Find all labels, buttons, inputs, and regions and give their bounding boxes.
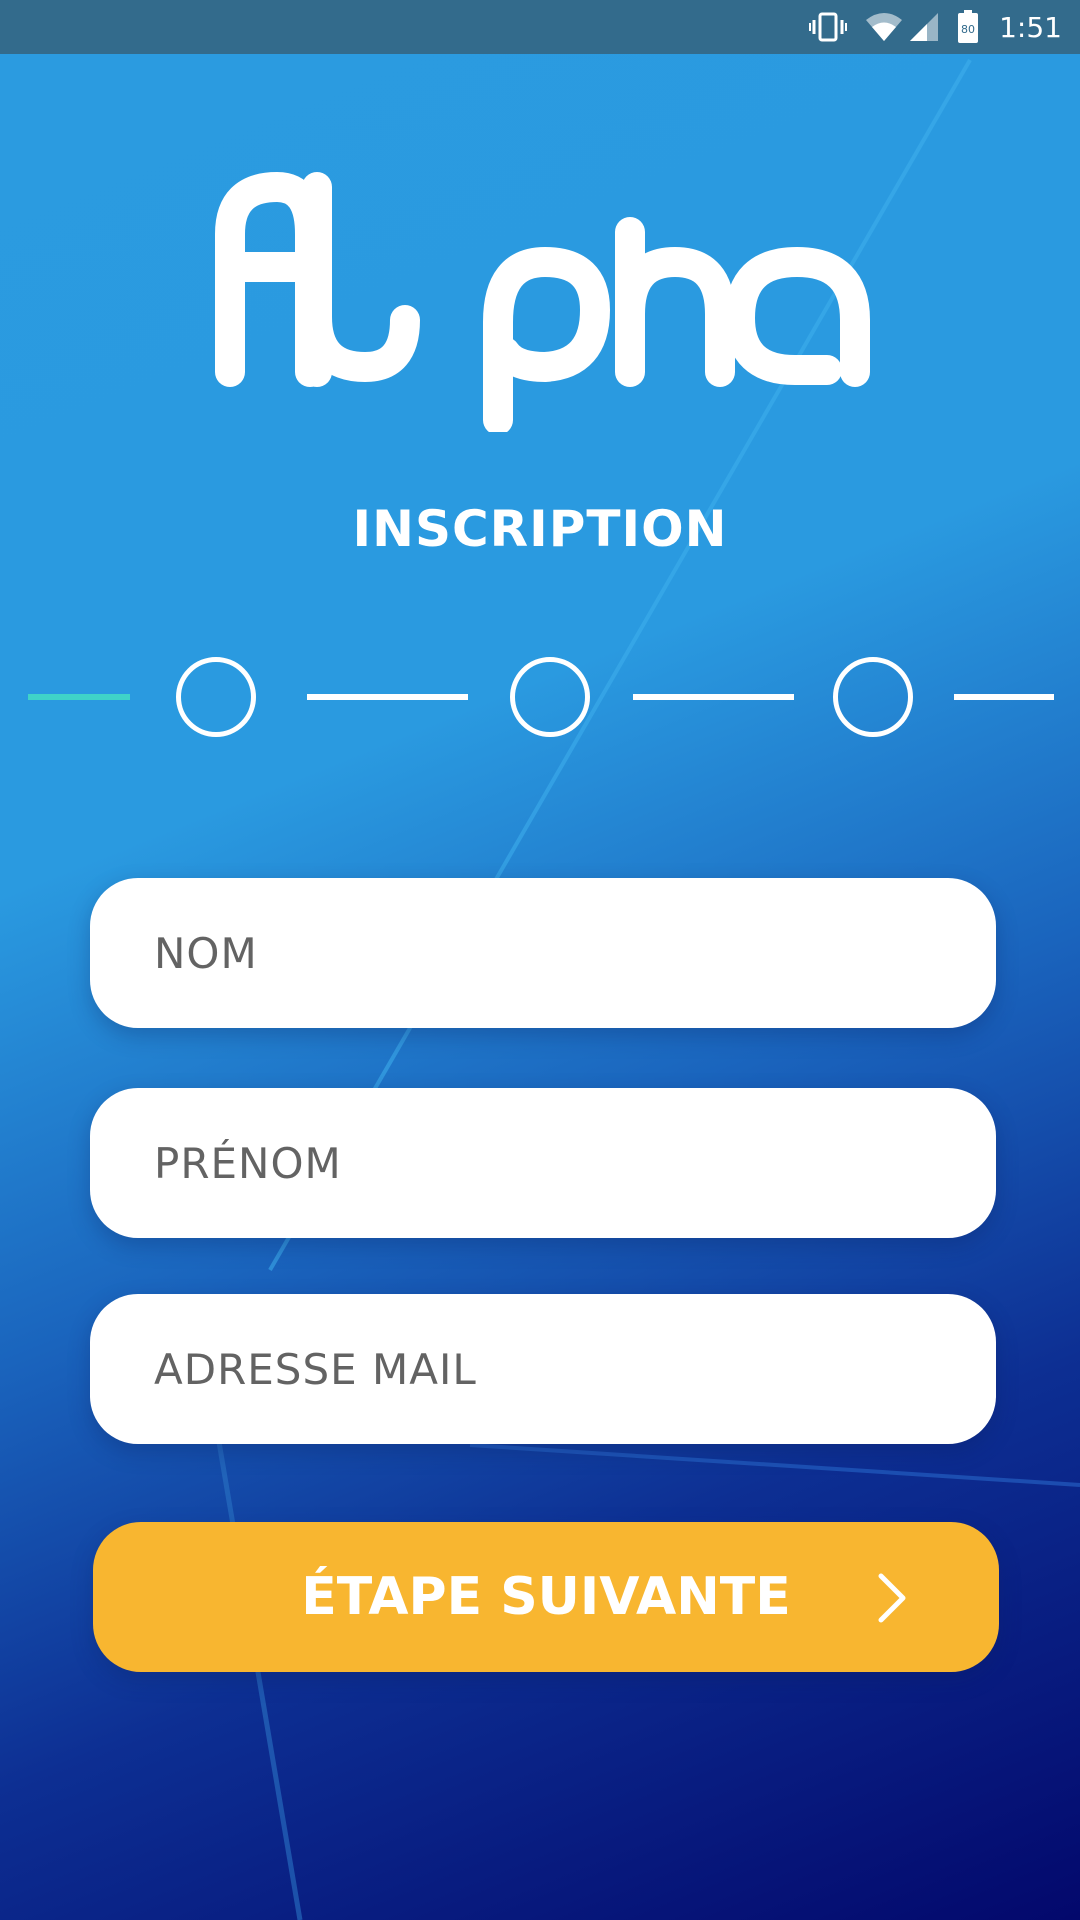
next-step-label: ÉTAPE SUIVANTE	[301, 1567, 791, 1627]
stepper-line	[307, 694, 468, 700]
page-title: INSCRIPTION	[352, 500, 728, 558]
cell-signal-icon	[909, 12, 939, 42]
status-time: 1:51	[999, 10, 1062, 44]
prenom-field[interactable]	[90, 1088, 996, 1238]
step-2-circle	[510, 657, 590, 737]
next-step-button[interactable]: ÉTAPE SUIVANTE	[93, 1522, 999, 1672]
chevron-right-icon	[875, 1572, 909, 1628]
alpha-logo	[215, 172, 870, 432]
stepper-line	[633, 694, 794, 700]
battery-icon: 80	[957, 10, 979, 44]
prenom-input[interactable]	[152, 1137, 996, 1189]
step-3-circle	[833, 657, 913, 737]
nom-field[interactable]	[90, 878, 996, 1028]
registration-stepper	[0, 640, 1080, 750]
email-input[interactable]	[152, 1343, 996, 1395]
stepper-line	[954, 694, 1054, 700]
battery-level-text: 80	[961, 23, 975, 36]
email-field[interactable]	[90, 1294, 996, 1444]
vibrate-icon	[809, 12, 848, 42]
wifi-icon	[865, 12, 903, 42]
stepper-line-active	[28, 694, 130, 700]
nom-input[interactable]	[152, 927, 996, 979]
step-1-circle	[176, 657, 256, 737]
status-bar: 80 1:51	[0, 0, 1080, 54]
